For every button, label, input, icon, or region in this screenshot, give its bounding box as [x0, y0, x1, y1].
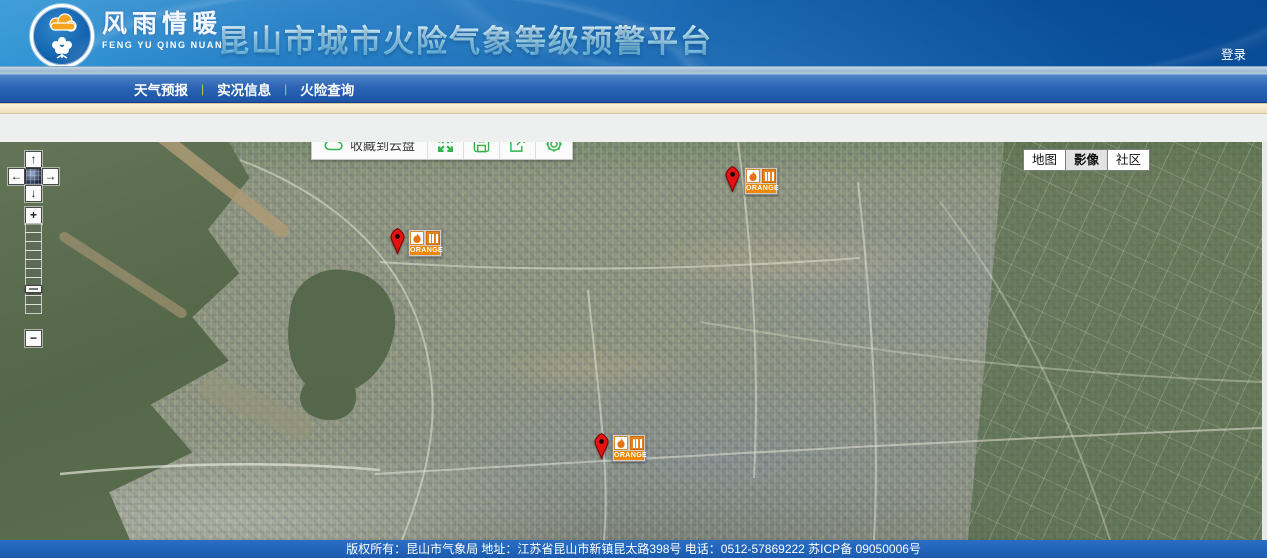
- warning-level-label: ORANGE: [614, 451, 644, 460]
- warning-badge-tiles: [410, 231, 440, 245]
- warning-badge-tiles: [614, 436, 644, 450]
- fire-warning-pin[interactable]: [389, 228, 406, 254]
- logo-chinese-text: 风雨情暖: [102, 12, 223, 37]
- zoom-slider-handle[interactable]: [25, 285, 42, 293]
- fire-warning-badge[interactable]: ORANGE: [408, 229, 442, 257]
- nav-separator: |: [201, 82, 204, 96]
- flame-icon: [410, 231, 424, 245]
- header-banner: 风雨情暖 FENG YU QING NUAN 昆山市城市火险气象等级预警平台 登…: [0, 0, 1267, 66]
- save-to-cloud-button[interactable]: 收藏到云盘: [312, 142, 427, 159]
- pan-right-button[interactable]: →: [42, 168, 59, 185]
- pan-up-button[interactable]: ↑: [25, 151, 42, 168]
- station-icon: [426, 231, 440, 245]
- map-layer-switcher: 地图 影像 社区: [1024, 149, 1150, 171]
- fire-warning-pin[interactable]: [593, 433, 610, 459]
- nav-item-weather-forecast[interactable]: 天气预报: [134, 79, 188, 99]
- zoom-in-button[interactable]: +: [25, 207, 42, 224]
- station-icon: [630, 436, 644, 450]
- lake: [300, 374, 356, 420]
- logo-cloud-flower-icon: [42, 13, 82, 59]
- zoom-out-button[interactable]: −: [25, 330, 42, 347]
- fire-warning-badge[interactable]: ORANGE: [612, 434, 646, 462]
- site-logo: [30, 4, 94, 68]
- save-button[interactable]: [463, 142, 499, 159]
- pan-down-button[interactable]: ↓: [25, 185, 42, 202]
- sub-nav-strip: [0, 103, 1267, 114]
- save-to-cloud-label: 收藏到云盘: [350, 142, 415, 154]
- settings-gear-icon: [545, 142, 563, 153]
- warning-badge-tiles: [746, 169, 776, 183]
- logo-pinyin-text: FENG YU QING NUAN: [102, 41, 223, 50]
- nav-menu: 天气预报 | 实况信息 | 火险查询: [134, 79, 354, 99]
- farmland-area: [962, 142, 1262, 540]
- header-divider-strip: [0, 66, 1267, 74]
- nav-separator: |: [284, 82, 287, 96]
- zoom-level-step[interactable]: [25, 304, 42, 314]
- fire-warning-badge[interactable]: ORANGE: [744, 167, 778, 195]
- settings-button[interactable]: [535, 142, 572, 159]
- app-window: 风雨情暖 FENG YU QING NUAN 昆山市城市火险气象等级预警平台 登…: [0, 0, 1267, 558]
- logo-wordmark: 风雨情暖 FENG YU QING NUAN: [102, 12, 223, 50]
- fullscreen-icon: [437, 142, 454, 153]
- fullscreen-button[interactable]: [427, 142, 463, 159]
- main-navbar: 天气预报 | 实况信息 | 火险查询: [0, 74, 1267, 103]
- nav-item-fire-risk-query[interactable]: 火险查询: [300, 79, 354, 99]
- zoom-slider-track[interactable]: [25, 224, 42, 314]
- globe-reset-button[interactable]: [25, 168, 42, 185]
- share-icon: [509, 142, 526, 153]
- warning-level-label: ORANGE: [746, 184, 776, 193]
- nav-item-live-info[interactable]: 实况信息: [217, 79, 271, 99]
- cloud-icon: [324, 142, 344, 151]
- map-toolbar: 收藏到云盘: [311, 142, 573, 160]
- station-icon: [762, 169, 776, 183]
- layer-button-community[interactable]: 社区: [1107, 149, 1150, 171]
- satellite-map[interactable]: 收藏到云盘: [0, 142, 1262, 540]
- warning-level-label: ORANGE: [410, 246, 440, 255]
- flame-icon: [746, 169, 760, 183]
- pan-left-button[interactable]: ←: [8, 168, 25, 185]
- save-icon: [473, 142, 490, 153]
- share-button[interactable]: [499, 142, 535, 159]
- content-gap: [0, 114, 1267, 142]
- fire-warning-pin[interactable]: [724, 166, 741, 192]
- layer-button-map[interactable]: 地图: [1023, 149, 1066, 171]
- flame-icon: [614, 436, 628, 450]
- layer-button-satellite[interactable]: 影像: [1065, 149, 1108, 171]
- footer-copyright: 版权所有：昆山市气象局 地址：江苏省昆山市新镇昆太路398号 电话：0512-5…: [0, 540, 1267, 558]
- page-title: 昆山市城市火险气象等级预警平台: [218, 16, 713, 61]
- login-link[interactable]: 登录: [1221, 44, 1246, 63]
